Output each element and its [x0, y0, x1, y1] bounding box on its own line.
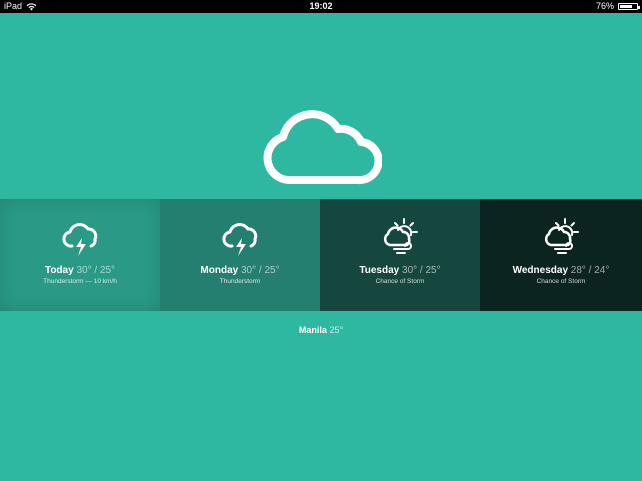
day-temps: 30° / 25°	[76, 265, 116, 276]
day-description: Chance of Storm	[375, 278, 425, 285]
forecast-day-today[interactable]: Today 30° / 25° Thunderstorm — 10 km/h	[0, 199, 160, 311]
day-temps: 30° / 25°	[240, 265, 280, 276]
day-temps: 30° / 25°	[402, 265, 441, 276]
status-bar: iPad 19:02 76%	[0, 0, 642, 13]
day-name: Today	[44, 265, 74, 276]
thunderstorm-icon	[222, 223, 258, 256]
forecast-day-monday[interactable]: Monday 30° / 25° Thunderstorm	[160, 199, 320, 311]
cloud-icon	[263, 110, 382, 185]
location-label[interactable]: Manila 25°	[0, 325, 642, 335]
day-temps: 28° / 24°	[570, 265, 610, 276]
day-description: Thunderstorm	[219, 278, 261, 285]
day-name: Monday	[200, 265, 239, 276]
day-name: Wednesday	[512, 265, 568, 276]
battery-percent: 76%	[595, 1, 614, 11]
sun-cloud-wind-icon	[544, 218, 579, 254]
day-description: Chance of Storm	[536, 278, 586, 285]
clock: 19:02	[309, 1, 333, 11]
battery-icon	[618, 3, 640, 10]
sun-cloud-wind-icon	[383, 218, 418, 254]
city-name: Manila	[298, 325, 327, 335]
day-description: Thunderstorm — 10 km/h	[43, 278, 117, 285]
forecast-strip: Today 30° / 25° Thunderstorm — 10 km/h M…	[0, 199, 642, 311]
forecast-day-tuesday[interactable]: Tuesday 30° / 25° Chance of Storm	[320, 199, 480, 311]
city-temp: 25°	[329, 325, 344, 335]
day-name: Tuesday	[359, 265, 400, 276]
forecast-day-wednesday[interactable]: Wednesday 28° / 24° Chance of Storm	[480, 199, 642, 311]
thunderstorm-icon	[62, 223, 98, 256]
status-right: 76%	[595, 0, 640, 13]
